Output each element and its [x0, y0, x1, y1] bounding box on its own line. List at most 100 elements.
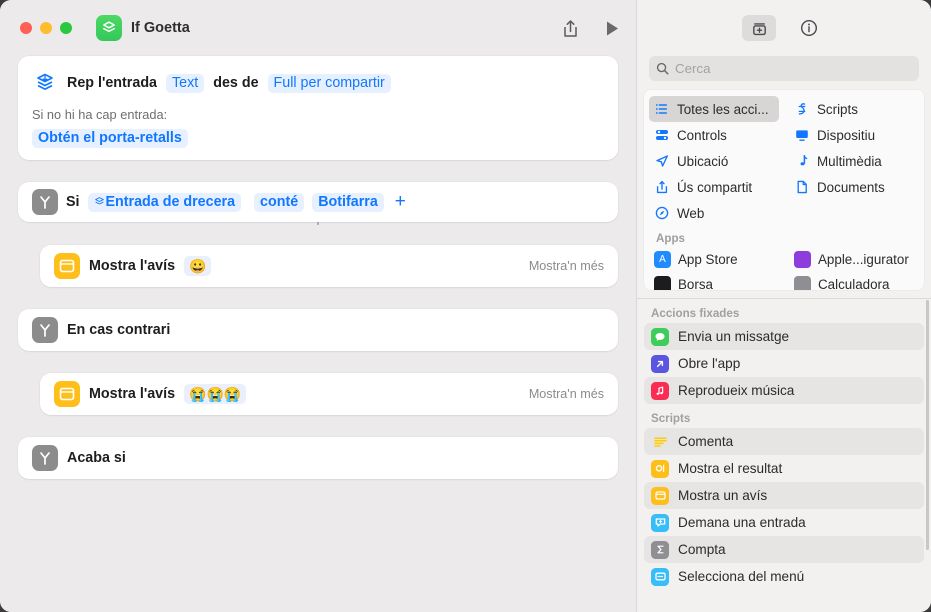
sidebar-item-label: Controls	[677, 128, 727, 143]
sidebar-item-web[interactable]: Web	[649, 200, 779, 226]
action-item-label: Mostra el resultat	[678, 461, 782, 476]
sidebar-item-label: Scripts	[817, 102, 858, 117]
sidebar-item-label: Web	[677, 206, 704, 221]
sidebar-item-label: Documents	[817, 180, 885, 195]
receive-input-icon	[32, 70, 58, 96]
action-item-label: Selecciona del menú	[678, 569, 804, 584]
sidebar-toolbar	[637, 0, 931, 56]
action-library-icon[interactable]	[742, 15, 776, 41]
sidebar-app-apple-configurator[interactable]: Apple...igurator	[784, 247, 924, 272]
stocks-icon	[654, 276, 671, 290]
search-container: Cerca	[637, 56, 931, 90]
close-button[interactable]	[20, 22, 32, 34]
sidebar-app-label: Calculadora	[818, 277, 889, 290]
sidebar-app-label: Apple...igurator	[818, 252, 909, 267]
if-operator-token[interactable]: conté	[254, 193, 304, 212]
action-item-open-app[interactable]: Obre l'app	[644, 350, 924, 377]
list-icon	[654, 101, 670, 117]
traffic-lights	[20, 22, 72, 34]
action-item-label: Demana una entrada	[678, 515, 806, 530]
action-card-show-alert-then[interactable]: Mostra l'avís 😀 Mostra'n més	[40, 245, 618, 287]
action-item-ask-for-input[interactable]: Demana una entrada	[644, 509, 924, 536]
page-title: If Goetta	[131, 20, 190, 36]
input-source-token[interactable]: Full per compartir	[268, 74, 391, 93]
search-input[interactable]: Cerca	[649, 56, 919, 81]
action-item-play-music[interactable]: Reprodueix música	[644, 377, 924, 404]
alert-icon	[54, 253, 80, 279]
action-card-if[interactable]: Si Entrada de drecera conté Botifarra +	[18, 182, 618, 222]
action-card-show-alert-else[interactable]: Mostra l'avís 😭😭😭 Mostra'n més	[40, 373, 618, 415]
action-card-end-if[interactable]: Acaba si	[18, 437, 618, 479]
sidebar-app-app-store[interactable]: A App Store	[644, 247, 784, 272]
action-item-label: Reprodueix música	[678, 383, 794, 398]
category-column-right: Scripts Dispositiu	[784, 96, 924, 226]
category-panel[interactable]: Totes les acci... Controls	[644, 90, 924, 290]
sidebar-item-media[interactable]: Multimèdia	[789, 148, 919, 174]
sidebar-item-label: Multimèdia	[817, 154, 882, 169]
sidebar-item-all-actions[interactable]: Totes les acci...	[649, 96, 779, 122]
if-variable-token[interactable]: Entrada de drecera	[88, 193, 242, 212]
title-bar: If Goetta	[0, 0, 636, 56]
sidebar-item-location[interactable]: Ubicació	[649, 148, 779, 174]
sidebar-item-scripts[interactable]: Scripts	[789, 96, 919, 122]
info-icon[interactable]	[792, 15, 826, 41]
calculator-icon	[794, 276, 811, 290]
play-icon[interactable]	[605, 20, 620, 37]
alert-message-token[interactable]: 😀	[184, 256, 211, 276]
action-item-count[interactable]: Compta	[644, 536, 924, 563]
add-condition-button[interactable]: +	[392, 195, 409, 209]
sidebar-item-label: Totes les acci...	[677, 102, 769, 117]
ask-input-icon	[651, 514, 669, 532]
action-item-label: Mostra un avís	[678, 488, 767, 503]
sidebar-item-label: Dispositiu	[817, 128, 875, 143]
action-card-otherwise[interactable]: En cas contrari	[18, 309, 618, 351]
fallback-label: Si no hi ha cap entrada:	[32, 107, 618, 122]
action-item-label: Obre l'app	[678, 356, 740, 371]
sidebar-app-calculator[interactable]: Calculadora	[784, 272, 924, 290]
sidebar-app-label: App Store	[678, 252, 738, 267]
action-item-show-result[interactable]: Mostra el resultat	[644, 455, 924, 482]
app-store-icon: A	[654, 251, 671, 268]
sidebar-item-documents[interactable]: Documents	[789, 174, 919, 200]
zoom-button[interactable]	[60, 22, 72, 34]
action-item-send-message[interactable]: Envia un missatge	[644, 323, 924, 350]
scripts-icon	[794, 101, 810, 117]
action-label-middle: des de	[213, 75, 258, 91]
quicklook-icon	[651, 460, 669, 478]
share-icon	[654, 179, 670, 195]
if-value-token[interactable]: Botifarra	[312, 193, 384, 212]
music-icon	[651, 382, 669, 400]
alert-icon	[54, 381, 80, 407]
scripts-section-header: Scripts	[637, 404, 931, 428]
comment-icon	[651, 433, 669, 451]
action-item-choose-from-menu[interactable]: Selecciona del menú	[644, 563, 924, 590]
sidebar-scrollbar[interactable]	[926, 300, 929, 550]
show-more-button[interactable]: Mostra'n més	[529, 259, 604, 273]
action-label: Mostra l'avís	[89, 258, 175, 274]
controls-icon	[654, 127, 670, 143]
apple-configurator-icon	[794, 251, 811, 268]
action-card-receive-input[interactable]: Rep l'entrada Text des de Full per compa…	[18, 56, 618, 160]
shortcuts-icon	[96, 15, 122, 41]
input-type-token[interactable]: Text	[166, 74, 204, 93]
shortcuts-window: If Goetta	[0, 0, 931, 612]
show-more-button[interactable]: Mostra'n més	[529, 387, 604, 401]
sidebar-app-stocks[interactable]: Borsa	[644, 272, 784, 290]
action-item-label: Envia un missatge	[678, 329, 789, 344]
end-if-label: Acaba si	[67, 450, 126, 466]
alert-message-token[interactable]: 😭😭😭	[184, 384, 246, 404]
sidebar-app-label: Borsa	[678, 277, 713, 290]
sidebar-item-sharing[interactable]: Ús compartit	[649, 174, 779, 200]
action-item-comment[interactable]: Comenta	[644, 428, 924, 455]
minimize-button[interactable]	[40, 22, 52, 34]
share-icon[interactable]	[562, 19, 579, 38]
fallback-token[interactable]: Obtén el porta-retalls	[32, 129, 188, 148]
search-icon	[656, 62, 669, 75]
action-label: Mostra l'avís	[89, 386, 175, 402]
sidebar-item-device[interactable]: Dispositiu	[789, 122, 919, 148]
action-item-show-alert[interactable]: Mostra un avís	[644, 482, 924, 509]
music-note-icon	[794, 153, 810, 169]
apps-section-header: Apps	[644, 226, 924, 247]
location-icon	[654, 153, 670, 169]
sidebar-item-controls[interactable]: Controls	[649, 122, 779, 148]
